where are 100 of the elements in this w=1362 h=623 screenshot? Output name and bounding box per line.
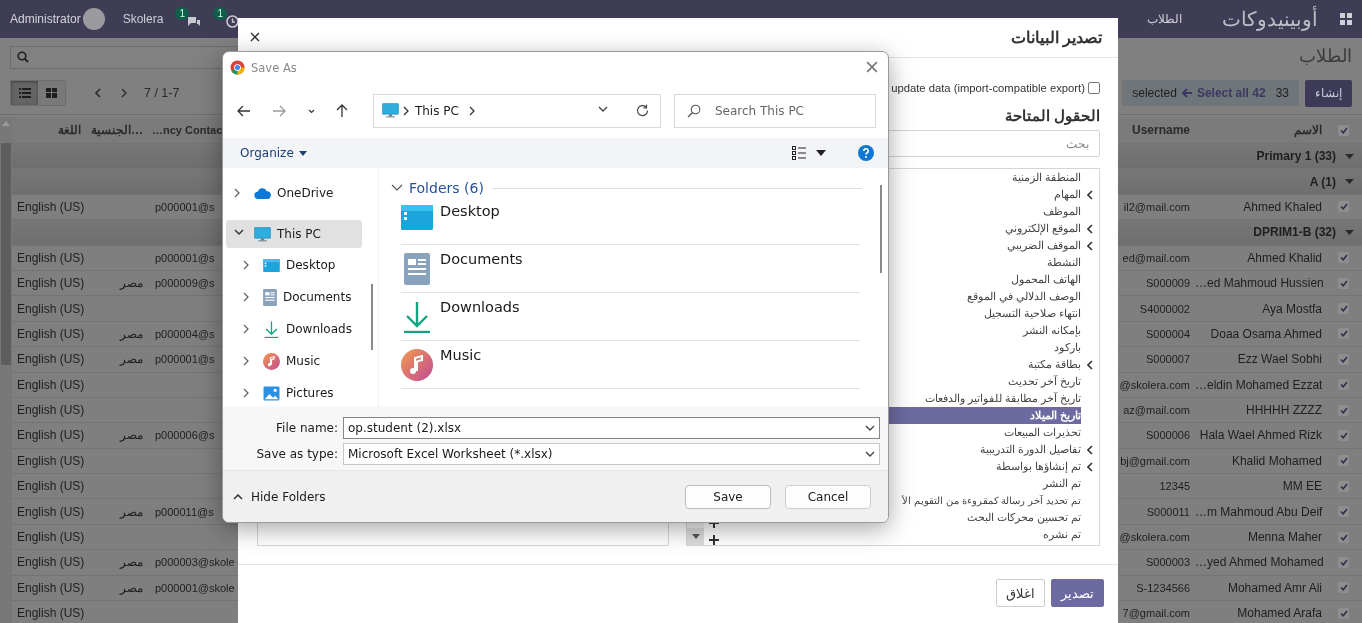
table-cell-text: S000006 — [1144, 429, 1191, 442]
folder-item[interactable]: Music — [440, 347, 482, 363]
nav-item[interactable]: OneDrive — [226, 177, 362, 209]
nav-item[interactable]: Downloads — [226, 313, 362, 345]
nav-item[interactable]: This PC — [226, 220, 362, 248]
save-button[interactable]: Save — [685, 484, 771, 509]
table-cell-text: p000004@s — [154, 327, 216, 340]
export-button[interactable]: تصدير — [1051, 579, 1104, 607]
checkbox-label[interactable]: update data (import-compatible export) — [891, 82, 1085, 94]
table-cell-text: …m Mahmoud Abu Deif — [1195, 504, 1324, 519]
app-name: أوبينيدوكات — [1222, 7, 1318, 31]
table-cell-text: S000004 — [1144, 327, 1191, 340]
cancel-button[interactable]: Cancel — [785, 484, 871, 509]
folder-item[interactable]: Documents — [440, 251, 523, 267]
menu-item[interactable]: الطلاب — [1147, 12, 1182, 26]
table-cell-text: HHHHH ZZZZ — [1245, 403, 1323, 418]
table-cell-text: 7@gmail.com — [1121, 607, 1191, 620]
breadcrumb-item[interactable]: This PC — [414, 103, 459, 118]
hide-folders-button[interactable]: Hide Folders — [233, 489, 326, 504]
table-cell-text: Mohamed Amr Ali — [1226, 580, 1323, 595]
selected-count: 33 — [1275, 86, 1289, 100]
table-cell-text: Mohamed Arafa — [1236, 606, 1323, 621]
table-cell-text: S000003 — [1144, 556, 1191, 569]
section-title: الحقول المتاحة — [1004, 107, 1100, 125]
dialog-title: تصدير البيانات — [1010, 28, 1102, 47]
table-cell-text: English (US) — [16, 352, 85, 367]
table-cell-text: p000006@s — [154, 429, 216, 442]
table-cell-text: @skolera.com — [1118, 531, 1191, 544]
table-cell-text: Menna Maher — [1246, 530, 1323, 545]
folder-item[interactable]: Desktop — [440, 203, 500, 219]
table-cell-text: English (US) — [16, 326, 85, 341]
table-cell-text: مصر — [118, 428, 144, 443]
table-cell-text: p000001@skole — [154, 581, 236, 594]
table-cell-text: p000001@s — [154, 251, 216, 264]
table-cell-text: S-1234566 — [1135, 581, 1191, 594]
table-cell-text: ed@mail.com — [1121, 251, 1191, 264]
table-cell-text: Ezz Wael Sobhi — [1236, 352, 1323, 367]
table-cell-text: Ahmed Khalid — [1246, 250, 1323, 265]
table-cell-text: English (US) — [16, 453, 85, 468]
table-cell-text: 12345 — [1158, 480, 1191, 493]
nav-item[interactable]: Pictures — [226, 377, 362, 409]
table-cell-text: Doaa Osama Ahmed — [1209, 326, 1323, 341]
table-cell-text: p000009@s — [154, 277, 216, 290]
nav-item[interactable]: Desktop — [226, 249, 362, 281]
table-cell-text: English (US) — [16, 555, 85, 570]
table-cell-text: p000001@s — [154, 353, 216, 366]
table-cell-text: @skolera.com — [1118, 378, 1191, 391]
table-cell-text: English (US) — [16, 377, 85, 392]
field-label: File name: — [275, 421, 339, 435]
table-cell-text: English (US) — [16, 199, 85, 214]
table-cell-text: English (US) — [16, 504, 85, 519]
table-cell-text: p000003@skole — [154, 556, 236, 569]
table-cell-text: Hala Wael Ahmed Rizk — [1198, 428, 1323, 443]
file-type-dropdown[interactable]: Microsoft Excel Worksheet (*.xlsx) — [343, 443, 880, 465]
table-cell-text: English (US) — [16, 530, 85, 545]
file-name-field[interactable]: op.student (2).xlsx — [343, 417, 880, 439]
nav-item[interactable]: Documents — [226, 281, 362, 313]
create-button[interactable]: إنشاء — [1305, 79, 1352, 107]
close-button[interactable]: اغلاق — [996, 579, 1045, 607]
user-menu[interactable]: Administrator — [10, 12, 81, 26]
nav-item[interactable]: Music — [226, 345, 362, 377]
table-cell-text: Ahmed Khaled — [1242, 199, 1323, 214]
table-cell-text: مصر — [118, 276, 144, 291]
field-item[interactable]: تم نشره — [704, 526, 1081, 543]
table-cell: …yed Ahmed Mohamed — [1195, 555, 1325, 570]
table-cell-text: English (US) — [16, 580, 85, 595]
field-label: Save as type: — [255, 447, 339, 461]
count-badge: 1 — [175, 7, 189, 20]
organize-menu[interactable]: Organize — [240, 146, 307, 160]
search-field[interactable]: Search This PC — [674, 93, 876, 128]
table-cell-text: مصر — [118, 504, 144, 519]
count-badge: 1 — [213, 7, 227, 20]
breadcrumb: الطلاب — [1299, 45, 1352, 67]
table-cell-text: S4000002 — [1138, 302, 1191, 315]
group-header[interactable]: Primary 1 (33) — [1256, 149, 1336, 164]
table-cell-text: p000011@s — [154, 505, 215, 518]
group-header[interactable]: Folders (6) — [409, 180, 484, 196]
selection-label: selected — [1132, 86, 1177, 100]
window-title: Save As — [251, 60, 297, 75]
table-cell-text: az@mail.com — [1122, 404, 1191, 417]
table-cell-text: مصر — [118, 352, 144, 367]
table-cell-text: S000007 — [1144, 353, 1191, 366]
table-cell-text: English (US) — [16, 301, 85, 316]
table-cell-text: مصر — [118, 580, 144, 595]
folder-item[interactable]: Downloads — [440, 299, 520, 315]
pager-value[interactable]: 7 / 1-7 — [144, 86, 180, 100]
table-cell-text: il2@mail.com — [1122, 200, 1191, 213]
table-cell-text: p000001@s — [154, 200, 216, 213]
company-switcher[interactable]: Skolera — [122, 12, 164, 26]
table-cell-text: MM EE — [1281, 479, 1323, 494]
table-cell-text: English (US) — [16, 403, 85, 418]
table-cell-text: …eldin Mohamed Ezzat — [1195, 377, 1324, 392]
group-header[interactable]: DPRIM1-B (32) — [1253, 225, 1336, 240]
table-cell-text: مصر — [118, 326, 144, 341]
table-cell-text: English (US) — [16, 606, 85, 621]
table-cell-text: S000009 — [1144, 277, 1191, 290]
table-cell-text: Aya Mostfa — [1261, 301, 1323, 316]
table-cell: …ed Mahmoud Hussien — [1195, 276, 1325, 291]
address-bar[interactable]: This PC — [372, 93, 661, 128]
table-cell-text: English (US) — [16, 250, 85, 265]
